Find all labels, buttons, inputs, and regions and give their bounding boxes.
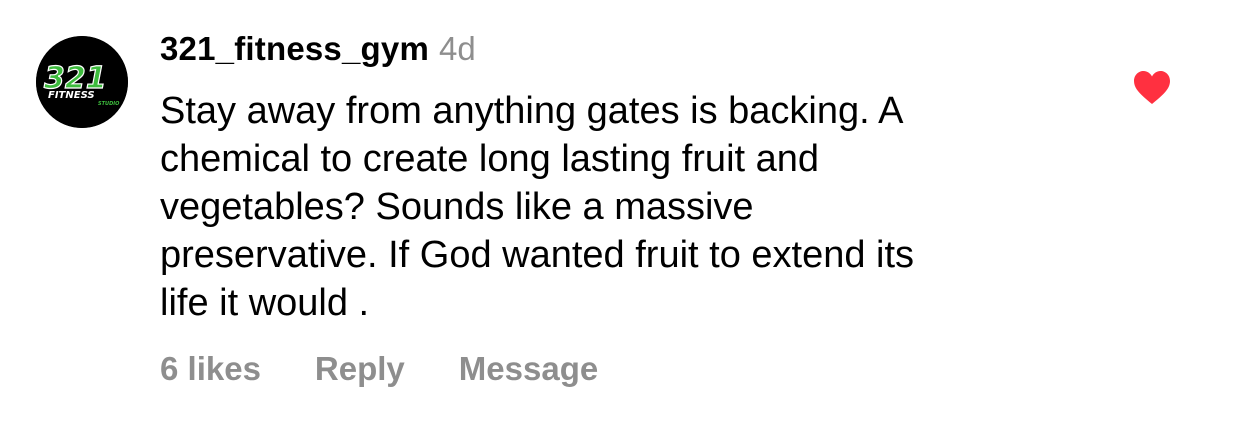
comment-actions: 6 likes Reply Message	[160, 350, 598, 388]
username-link[interactable]: 321_fitness_gym	[160, 30, 429, 68]
logo-tiny-text: STUDIO	[98, 101, 120, 107]
gym-logo-icon: 321 FITNESS STUDIO	[36, 36, 128, 128]
logo-subtext: FITNESS	[48, 90, 95, 101]
comment-header: 321_fitness_gym 4d	[160, 30, 476, 76]
comment-text: Stay away from anything gates is backing…	[160, 90, 915, 324]
message-button[interactable]: Message	[459, 350, 598, 388]
reply-button[interactable]: Reply	[315, 350, 405, 388]
likes-count-button[interactable]: 6 likes	[160, 350, 261, 388]
avatar[interactable]: 321 FITNESS STUDIO	[36, 36, 128, 128]
like-button[interactable]	[1133, 70, 1171, 106]
timestamp: 4d	[438, 30, 476, 67]
comment: 321 FITNESS STUDIO 321_fitness_gym 4d St…	[0, 0, 1242, 422]
heart-icon	[1134, 71, 1170, 104]
